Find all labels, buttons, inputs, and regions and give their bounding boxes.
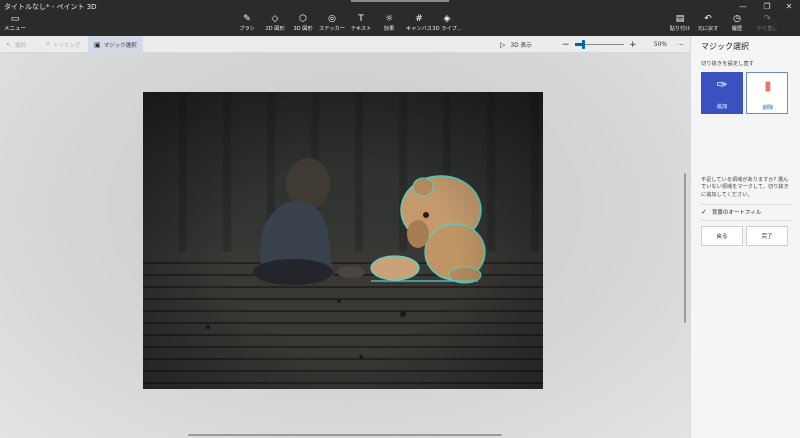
cursor-icon: ↖ [6,40,12,49]
select-label: 選択 [14,42,26,49]
checkmark-icon: ✓ [701,208,707,216]
menu-button[interactable]: ▭ メニュー [4,14,26,32]
magic-select-button[interactable]: ▣ マジック選択 [88,36,143,53]
autofill-label: 背景のオートフィル [711,210,762,216]
trim-button[interactable]: ⌗ トリミング [46,36,80,53]
canvas-image[interactable] [143,92,543,389]
help-text: 不足している領域がありますか? 選んでいない領域をマークして、切り抜きに追加して… [701,177,789,198]
minimize-button[interactable]: — [732,0,754,12]
eraser-icon: ▮ [764,79,772,94]
add-label: 追加 [716,104,728,110]
panel-title: マジック選択 [701,42,749,51]
top-ribbon: タイトルなし* - ペイント 3D — ❐ ✕ ▭ メニュー ✎ ブラシ ◇ 2… [0,0,800,36]
undo-button[interactable]: ↶ 元に戻す [693,14,723,33]
zoom-in-button[interactable]: + [629,36,637,53]
paste-button[interactable]: ▤ 貼り付け [665,14,695,33]
redo-icon: ↷ [763,14,771,24]
pen-add-icon: ✑ [716,78,728,93]
secondary-toolbar: ↖ 選択 ⌗ トリミング ▣ マジック選択 ▷ 3D 表示 − + 50% ··… [0,36,690,53]
undo-icon: ↶ [704,14,712,24]
magic-select-label: マジック選択 [103,42,137,49]
horizontal-scrollbar[interactable] [188,434,502,436]
zoom-slider-fill [575,43,583,46]
ribbon-active-indicator [351,0,449,2]
panel-divider [701,220,791,221]
remove-label: 削除 [762,105,774,111]
add-mode-button[interactable]: ✑ 追加 [701,72,743,114]
canvas-workspace[interactable] [0,53,690,438]
history-button[interactable]: ◷ 履歴 [722,14,752,33]
trim-label: トリミング [52,42,81,49]
paste-label: 貼り付け [669,26,691,32]
history-icon: ◷ [733,14,741,24]
menu-folder-icon: ▭ [10,14,20,24]
tool-label: 3D ライブ... [432,26,462,32]
maximize-button[interactable]: ❐ [756,0,778,12]
crop-icon: ⌗ [46,40,50,48]
undo-label: 元に戻す [697,26,719,32]
more-options-button[interactable]: ··· [677,36,684,53]
vertical-scrollbar[interactable] [684,173,686,323]
autofill-toggle[interactable]: ✓ 背景のオートフィル [701,208,761,216]
done-button[interactable]: 完了 [746,226,788,246]
zoom-out-button[interactable]: − [562,36,570,53]
select-button[interactable]: ↖ 選択 [6,36,26,53]
zoom-slider-track[interactable] [584,44,624,45]
view-3d-icon: ▷ [500,40,506,49]
photo-vignette [143,92,543,389]
zoom-slider-thumb[interactable] [582,40,586,49]
window-title: タイトルなし* - ペイント 3D [4,3,97,11]
redo-label: やり直し [756,26,778,32]
tool-3d-library[interactable]: ◈ 3D ライブ... [429,14,465,33]
3d-library-icon: ◈ [443,14,451,24]
panel-divider [701,204,791,205]
magic-select-panel: マジック選択 切り抜きを設定し直す ✑ 追加 ▮ 削除 不足している領域がありま… [690,36,800,438]
history-label: 履歴 [731,26,743,32]
view-3d-label: 3D 表示 [510,43,532,49]
panel-subtitle: 切り抜きを設定し直す [701,61,754,67]
close-button[interactable]: ✕ [778,0,800,12]
menu-label: メニュー [4,26,27,32]
view-3d-toggle[interactable]: ▷ 3D 表示 [500,36,532,53]
back-button[interactable]: 戻る [701,226,743,246]
paste-icon: ▤ [675,14,685,24]
zoom-value: 50% [654,41,667,48]
redo-button[interactable]: ↷ やり直し [752,14,782,33]
remove-mode-button[interactable]: ▮ 削除 [746,72,788,114]
magic-select-icon: ▣ [94,40,101,49]
